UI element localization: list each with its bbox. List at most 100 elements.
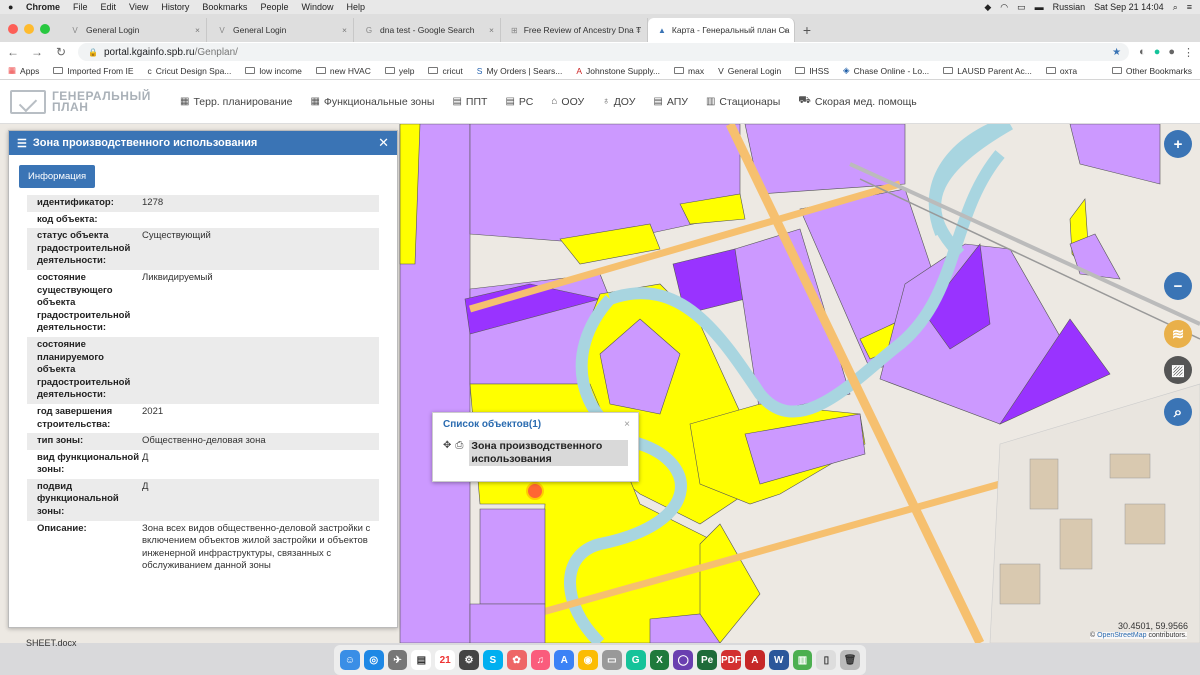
back-icon[interactable]: ← [6, 45, 20, 59]
menu-help[interactable]: Help [346, 2, 365, 12]
other-bookmarks[interactable]: Other Bookmarks [1111, 66, 1192, 76]
close-window-button[interactable] [8, 24, 18, 34]
desktop-file-label[interactable]: SHEET.docx [26, 638, 77, 648]
url-field[interactable]: 🔒 portal.kgainfo.spb.ru/Genplan/ ★ [78, 43, 1130, 61]
bookmark-item[interactable]: S My Orders | Sears... [477, 66, 563, 76]
close-icon[interactable]: × [783, 25, 788, 35]
bookmark-item[interactable]: IHSS [795, 66, 829, 76]
zoom-out-button[interactable]: − [1164, 272, 1192, 300]
bookmark-item[interactable]: low income [245, 66, 302, 76]
tab-information[interactable]: Информация [19, 165, 96, 188]
bookmark-item[interactable]: ◈ Chase Online - Lo... [843, 65, 929, 76]
bookmark-item[interactable]: LAUSD Parent Ac... [943, 66, 1032, 76]
new-tab-button[interactable]: + [795, 18, 819, 42]
nav-ambulance[interactable]: ⛟ Скорая мед. помощь [798, 95, 917, 108]
tab-ancestry-review[interactable]: ⊞ Free Review of Ancestry Dna T × [501, 18, 648, 42]
skype-icon[interactable]: S [482, 650, 503, 670]
battery-icon[interactable]: ▭ [1017, 2, 1026, 13]
chrome-icon[interactable]: ◉ [578, 650, 598, 670]
tab-general-login-2[interactable]: V General Login × [207, 18, 354, 42]
menu-file[interactable]: File [73, 2, 88, 12]
close-icon[interactable]: ✕ [378, 135, 389, 151]
nav-rs[interactable]: ▤ РС [505, 95, 533, 108]
trash-icon[interactable]: 🗑 [840, 650, 861, 670]
menu-history[interactable]: History [161, 2, 189, 12]
tab-general-login-1[interactable]: V General Login × [60, 18, 207, 42]
preview-icon[interactable]: ▯ [816, 650, 837, 670]
menu-list-icon[interactable]: ≡ [1187, 2, 1192, 12]
apple-icon[interactable]: ● [8, 2, 26, 12]
menu-window[interactable]: Window [301, 2, 333, 12]
grammarly-icon[interactable]: G [625, 650, 646, 670]
dropbox-icon[interactable]: ◆ [984, 2, 991, 13]
print-icon[interactable]: ⎙ [455, 440, 463, 466]
system-preferences-icon[interactable]: ⚙ [459, 650, 479, 670]
tor-icon[interactable]: ◯ [673, 650, 694, 670]
grammarly-icon[interactable]: ● [1154, 46, 1161, 59]
osm-link[interactable]: OpenStreetMap [1097, 632, 1146, 639]
excel-icon[interactable]: X [649, 650, 670, 670]
close-icon[interactable]: × [489, 25, 494, 35]
acrobat-icon[interactable]: A [745, 650, 765, 670]
tab-genplan-map[interactable]: ▲ Карта - Генеральный план Са × [648, 18, 795, 42]
bookmark-item[interactable]: new HVAC [315, 66, 371, 76]
pdf-icon[interactable]: PDF [721, 650, 741, 670]
input-language[interactable]: Russian [1053, 2, 1086, 12]
close-icon[interactable]: × [342, 25, 347, 35]
genplan-logo[interactable]: ГЕНЕРАЛЬНЫЙ ПЛАН [0, 89, 170, 114]
pe-app-icon[interactable]: Pe [697, 650, 717, 670]
search-icon[interactable]: ⌕ [1173, 2, 1178, 13]
star-icon[interactable]: ★ [1112, 47, 1121, 58]
bookmark-item[interactable]: max [674, 66, 704, 76]
bookmark-apps[interactable]: ▦ Apps [8, 65, 39, 76]
bookmark-item[interactable]: Imported From IE [53, 66, 134, 76]
app-store-icon[interactable]: A [554, 650, 575, 670]
wifi-icon[interactable]: ◠ [1000, 2, 1008, 13]
layers-icon[interactable]: ≋ [1164, 320, 1192, 348]
close-icon[interactable]: × [624, 419, 630, 430]
location-marker-icon[interactable] [526, 482, 544, 500]
profile-avatar[interactable]: ● [1168, 46, 1175, 59]
numbers-icon[interactable]: ▥ [792, 650, 813, 670]
zone-name[interactable]: Зона производственного использования [469, 440, 628, 466]
reload-icon[interactable]: ↻ [54, 45, 68, 59]
zoom-window-button[interactable] [40, 24, 50, 34]
notes-icon[interactable]: ▭ [601, 650, 622, 670]
bookmark-item[interactable]: cricut [428, 66, 463, 76]
more-icon[interactable]: ⋮ [1183, 46, 1194, 59]
close-icon[interactable]: × [195, 25, 200, 35]
contacts-icon[interactable]: ▤ [411, 650, 432, 670]
nav-dou[interactable]: ♁ ДОУ [602, 95, 635, 108]
menu-view[interactable]: View [129, 2, 148, 12]
nav-functional-zones[interactable]: ▦ Функциональные зоны [310, 95, 434, 108]
tab-google-search[interactable]: G dna test - Google Search × [354, 18, 501, 42]
safari-icon[interactable]: ◎ [363, 650, 384, 670]
finder-icon[interactable]: ☺ [340, 650, 360, 670]
menu-people[interactable]: People [260, 2, 288, 12]
music-icon[interactable]: ♫ [530, 650, 551, 670]
close-icon[interactable]: × [636, 25, 641, 35]
menu-chrome[interactable]: Chrome [26, 2, 60, 12]
bookmark-item[interactable]: c Cricut Design Spa... [148, 66, 232, 76]
nav-terr-planning[interactable]: ▦ Терр. планирование [180, 95, 292, 108]
flag-icon[interactable]: ▬ [1035, 2, 1044, 12]
extension-icon[interactable]: ◐ [1139, 46, 1146, 59]
menu-edit[interactable]: Edit [101, 2, 117, 12]
bookmark-item[interactable]: охта [1045, 66, 1077, 76]
bookmark-item[interactable]: yelp [384, 66, 414, 76]
print-area-icon[interactable]: ▨ [1164, 356, 1192, 384]
nav-oou[interactable]: ⌂ ООУ [551, 95, 584, 108]
nav-hospitals[interactable]: ▥ Стационары [706, 95, 780, 108]
word-icon[interactable]: W [768, 650, 789, 670]
forward-icon[interactable]: → [30, 45, 44, 59]
launchpad-icon[interactable]: ✈ [387, 650, 408, 670]
menu-bookmarks[interactable]: Bookmarks [202, 2, 247, 12]
nav-ppt[interactable]: ▤ ППТ [452, 95, 487, 108]
zoom-in-button[interactable]: + [1164, 130, 1192, 158]
bookmark-item[interactable]: A Johnstone Supply... [576, 66, 660, 76]
bookmark-item[interactable]: V General Login [718, 66, 781, 76]
minimize-window-button[interactable] [24, 24, 34, 34]
calendar-icon[interactable]: 21 [435, 650, 456, 670]
move-icon[interactable]: ✥ [443, 440, 451, 466]
search-icon[interactable]: ⌕ [1164, 398, 1192, 426]
